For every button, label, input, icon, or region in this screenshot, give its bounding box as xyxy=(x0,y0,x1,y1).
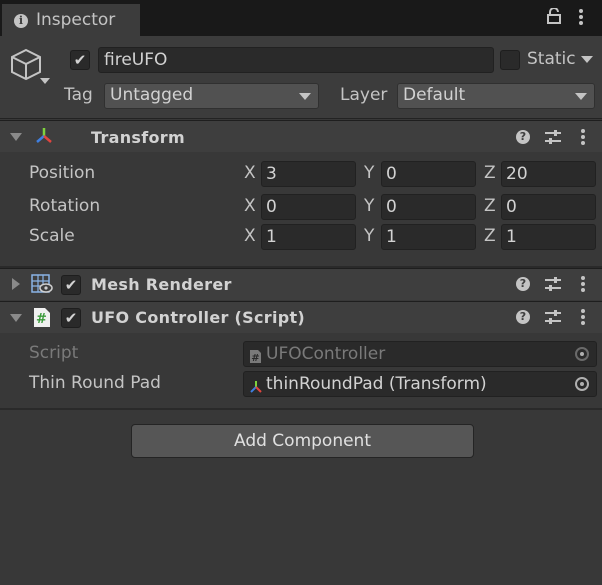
active-checkbox[interactable]: ✔ xyxy=(70,50,90,70)
property-label: Rotation xyxy=(29,196,101,216)
position-x-field[interactable]: 3 xyxy=(261,161,356,187)
tab-inspector-label: Inspector xyxy=(36,10,116,30)
help-icon[interactable]: ? xyxy=(516,130,530,144)
check-icon: ✔ xyxy=(73,51,87,69)
scale-z-field[interactable]: 1 xyxy=(501,224,596,250)
foldout-arrow-icon[interactable] xyxy=(10,133,22,141)
kebab-menu-icon[interactable] xyxy=(580,129,586,149)
transform-header[interactable]: Transform ? xyxy=(0,120,602,152)
foldout-arrow-icon[interactable] xyxy=(10,314,22,322)
lock-icon[interactable] xyxy=(547,7,561,28)
position-z-field[interactable]: 20 xyxy=(501,161,596,187)
tag-value: Untagged xyxy=(110,85,194,105)
kebab-menu-icon[interactable] xyxy=(578,9,584,29)
chevron-down-icon xyxy=(575,93,587,100)
property-label: Position xyxy=(29,163,96,183)
scale-y-field[interactable]: 1 xyxy=(381,224,476,250)
cube-icon[interactable] xyxy=(10,48,44,90)
chevron-down-icon xyxy=(299,93,311,100)
rotation-x-field[interactable]: 0 xyxy=(261,194,356,220)
foldout-arrow-icon[interactable] xyxy=(12,278,20,290)
svg-text:#: # xyxy=(251,353,259,364)
icon-dropdown-arrow[interactable] xyxy=(40,78,50,84)
static-label: Static xyxy=(527,49,576,69)
axis-label-y[interactable]: Y xyxy=(364,226,374,246)
rotation-z-field[interactable]: 0 xyxy=(501,194,596,220)
check-icon: ✔ xyxy=(64,309,78,327)
thin-round-pad-label: Thin Round Pad xyxy=(29,373,161,393)
check-icon: ✔ xyxy=(64,276,78,294)
ufo-controller-enabled-checkbox[interactable]: ✔ xyxy=(61,308,81,328)
rotation-y-field[interactable]: 0 xyxy=(381,194,476,220)
help-icon[interactable]: ? xyxy=(516,277,530,291)
tag-label: Tag xyxy=(64,85,93,105)
tab-bar: i Inspector xyxy=(0,0,602,36)
object-picker-icon xyxy=(575,347,589,361)
position-y-field[interactable]: 0 xyxy=(381,161,476,187)
script-value: UFOController xyxy=(266,344,386,364)
transform-row-rotation: Rotation X 0 Y 0 Z 0 xyxy=(0,193,602,221)
transform-axes-icon xyxy=(249,377,263,401)
object-name-field[interactable]: fireUFO xyxy=(98,47,494,73)
help-icon[interactable]: ? xyxy=(516,310,530,324)
transform-title: Transform xyxy=(91,128,185,147)
thin-round-pad-row: Thin Round Pad thinRoundPad (Transform) xyxy=(0,370,602,398)
add-component-button[interactable]: Add Component xyxy=(131,424,474,458)
axis-label-x[interactable]: X xyxy=(244,163,256,183)
transform-row-scale: Scale X 1 Y 1 Z 1 xyxy=(0,223,602,251)
axis-label-x[interactable]: X xyxy=(244,226,256,246)
axis-label-y[interactable]: Y xyxy=(364,163,374,183)
axis-label-y[interactable]: Y xyxy=(364,196,374,216)
script-field: # UFOController xyxy=(243,341,597,367)
axis-label-x[interactable]: X xyxy=(244,196,256,216)
script-label: Script xyxy=(29,343,79,363)
ufo-controller-title: UFO Controller (Script) xyxy=(91,308,306,327)
property-label: Scale xyxy=(29,226,75,246)
script-hash-icon: # xyxy=(249,347,262,371)
presets-icon[interactable] xyxy=(544,309,562,329)
scale-x-field[interactable]: 1 xyxy=(261,224,356,250)
kebab-menu-icon[interactable] xyxy=(580,276,586,296)
thin-round-pad-field[interactable]: thinRoundPad (Transform) xyxy=(243,371,597,397)
ufo-controller-header[interactable]: # ✔ UFO Controller (Script) ? xyxy=(0,301,602,333)
object-header: ✔ fireUFO Static Tag Untagged Layer Defa… xyxy=(0,36,602,119)
tag-dropdown[interactable]: Untagged xyxy=(104,83,319,109)
static-dropdown-arrow[interactable] xyxy=(581,56,593,63)
info-icon: i xyxy=(14,14,28,28)
transform-axes-icon xyxy=(34,127,54,149)
script-hash-icon: # xyxy=(33,307,51,332)
axis-label-z[interactable]: Z xyxy=(484,163,496,183)
static-checkbox[interactable] xyxy=(500,50,520,70)
layer-dropdown[interactable]: Default xyxy=(397,83,595,109)
transform-row-position: Position X 3 Y 0 Z 20 xyxy=(0,160,602,188)
script-row: Script # UFOController xyxy=(0,340,602,368)
mesh-renderer-enabled-checkbox[interactable]: ✔ xyxy=(61,275,81,295)
svg-text:#: # xyxy=(36,312,47,327)
object-name-value: fireUFO xyxy=(104,50,168,70)
axis-label-z[interactable]: Z xyxy=(484,196,496,216)
object-picker-icon[interactable] xyxy=(575,377,589,391)
mesh-renderer-header[interactable]: ✔ Mesh Renderer ? xyxy=(0,268,602,300)
presets-icon[interactable] xyxy=(544,129,562,149)
tab-inspector[interactable]: i Inspector xyxy=(2,4,140,36)
mesh-renderer-title: Mesh Renderer xyxy=(91,275,232,294)
thin-round-pad-value: thinRoundPad (Transform) xyxy=(266,374,487,394)
layer-label: Layer xyxy=(340,85,388,105)
mesh-renderer-icon xyxy=(31,274,53,298)
layer-value: Default xyxy=(403,85,466,105)
kebab-menu-icon[interactable] xyxy=(580,309,586,329)
axis-label-z[interactable]: Z xyxy=(484,226,496,246)
divider xyxy=(0,408,602,410)
presets-icon[interactable] xyxy=(544,276,562,296)
